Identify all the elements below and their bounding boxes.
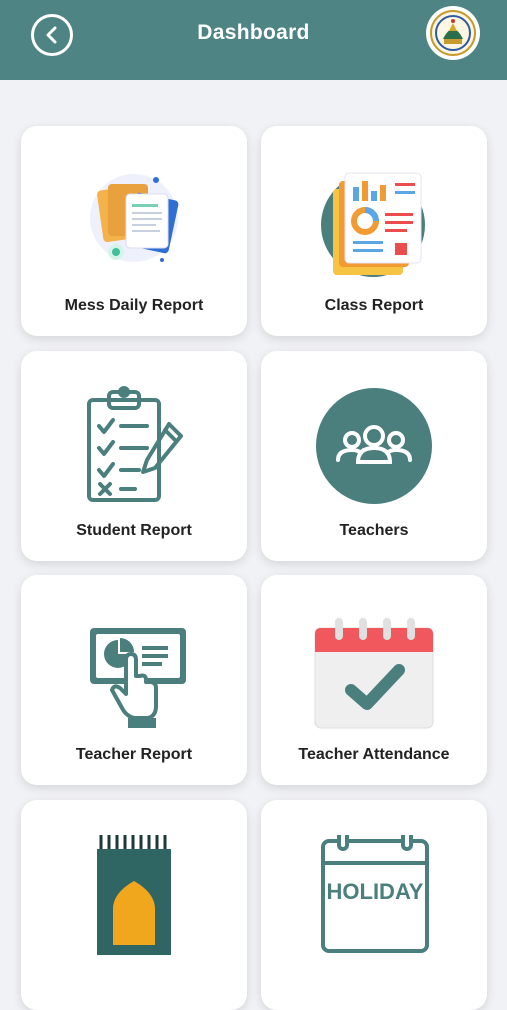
card-label: Teacher Attendance — [298, 746, 450, 763]
card-holiday[interactable]: HOLIDAY — [261, 800, 487, 1010]
card-teacher-report[interactable]: Teacher Report — [21, 575, 247, 785]
card-label: Teachers — [339, 522, 409, 539]
card-label: Student Report — [76, 522, 192, 539]
card-student-report[interactable]: Student Report — [21, 351, 247, 561]
report-chart-icon — [321, 172, 425, 277]
card-prayer[interactable] — [21, 800, 247, 1010]
holiday-calendar-icon: HOLIDAY — [321, 835, 429, 953]
card-label: Mess Daily Report — [64, 297, 204, 314]
group-people-icon — [316, 388, 432, 504]
card-label: Class Report — [324, 297, 424, 314]
dashboard-grid: Mess Daily Report Class Report Student R… — [0, 0, 507, 1010]
prayer-mat-icon — [97, 835, 171, 955]
card-teachers[interactable]: Teachers — [261, 351, 487, 561]
documents-icon — [90, 174, 179, 262]
card-label: Teacher Report — [75, 746, 193, 763]
clipboard-checklist-icon — [87, 385, 183, 502]
calendar-check-icon — [314, 617, 434, 728]
presentation-touch-icon — [90, 627, 186, 728]
card-mess-daily-report[interactable]: Mess Daily Report — [21, 126, 247, 336]
holiday-text: HOLIDAY — [327, 879, 424, 904]
card-teacher-attendance[interactable]: Teacher Attendance — [261, 575, 487, 785]
card-class-report[interactable]: Class Report — [261, 126, 487, 336]
